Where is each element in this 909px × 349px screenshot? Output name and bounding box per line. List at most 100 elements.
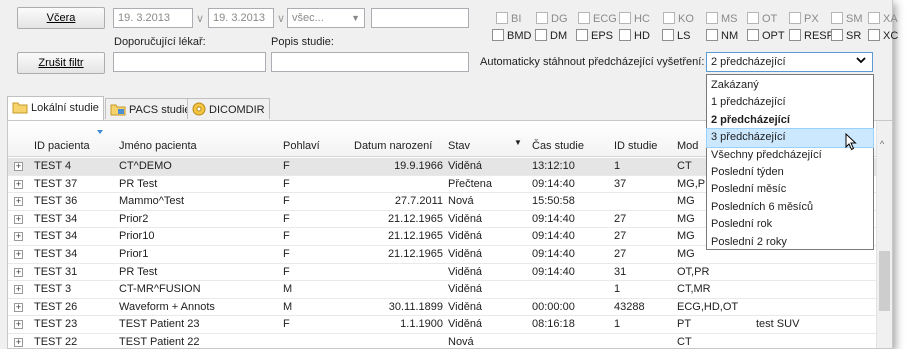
referring-physician-field[interactable]: [113, 52, 266, 72]
checkbox-box[interactable]: [619, 12, 631, 24]
column-header-patient-id[interactable]: ID pacienta: [34, 140, 90, 152]
scroll-up-icon[interactable]: ^: [880, 139, 884, 149]
checkbox-box[interactable]: [706, 29, 718, 41]
tab-pacs-studies[interactable]: PACS studie: [105, 98, 196, 119]
column-header-study-time[interactable]: Čas studie: [532, 140, 584, 152]
dropdown-option[interactable]: 2 předcházející: [707, 112, 873, 129]
checkbox-box[interactable]: [789, 29, 801, 41]
expand-icon[interactable]: +: [14, 267, 23, 277]
modality-checkbox-dm[interactable]: DM: [535, 29, 567, 43]
modality-checkbox-nm[interactable]: NM: [706, 29, 738, 43]
checkbox-box[interactable]: [831, 12, 843, 24]
dropdown-option[interactable]: Všechny předcházející: [707, 147, 873, 164]
checkbox-box[interactable]: [619, 29, 631, 41]
table-cell: Viděná: [448, 300, 483, 313]
chevron-down-icon[interactable]: ∨: [277, 12, 285, 25]
column-header-modality[interactable]: Mod: [677, 140, 698, 152]
table-cell: Nová: [448, 336, 474, 348]
all-select[interactable]: všec... ▼: [287, 8, 365, 28]
modality-checkbox-resp[interactable]: RESP: [789, 29, 834, 43]
checkbox-box[interactable]: [663, 12, 675, 24]
dropdown-option[interactable]: 3 předcházející: [706, 128, 874, 151]
yesterday-button[interactable]: Včera: [17, 7, 105, 29]
vertical-scrollbar[interactable]: ^: [876, 121, 892, 348]
column-header-birth-date[interactable]: Datum narození: [354, 140, 432, 152]
checkbox-box[interactable]: [535, 29, 547, 41]
checkbox-box[interactable]: [536, 12, 548, 24]
column-header-status[interactable]: Stav: [448, 140, 470, 152]
checkbox-box[interactable]: [868, 12, 880, 24]
checkbox-box[interactable]: [706, 12, 718, 24]
expand-icon[interactable]: +: [14, 320, 23, 330]
modality-checkbox-sr[interactable]: SR: [831, 29, 861, 43]
expand-icon[interactable]: +: [14, 250, 23, 259]
modality-checkbox-ms[interactable]: MS: [706, 12, 738, 26]
dropdown-option[interactable]: Poslední rok: [707, 216, 873, 233]
checkbox-box[interactable]: [576, 29, 588, 41]
dropdown-option[interactable]: Zakázaný: [707, 77, 873, 94]
expand-icon[interactable]: +: [14, 162, 23, 171]
dropdown-option[interactable]: 1 předcházející: [707, 94, 873, 111]
modality-checkbox-ot[interactable]: OT: [747, 12, 777, 26]
modality-checkbox-sm[interactable]: SM: [831, 12, 863, 26]
expand-icon[interactable]: +: [14, 232, 23, 242]
checkbox-box[interactable]: [747, 29, 759, 41]
checkbox-box[interactable]: [868, 29, 880, 41]
table-cell: 27: [614, 248, 627, 260]
column-header-sex[interactable]: Pohlaví: [283, 140, 320, 152]
dropdown-option[interactable]: Poslední týden: [707, 164, 873, 181]
expand-icon[interactable]: +: [14, 197, 23, 207]
table-row[interactable]: + TEST 3 CT-MR^FUSION M Viděná 1 CT,MR: [8, 281, 878, 299]
expand-icon[interactable]: +: [14, 285, 23, 295]
modality-checkbox-xc[interactable]: XC: [868, 29, 898, 43]
search-field[interactable]: [371, 8, 469, 28]
modality-checkbox-opt[interactable]: OPT: [747, 29, 785, 43]
table-cell: 09:14:40: [532, 248, 575, 260]
expand-icon[interactable]: +: [14, 302, 23, 312]
modality-checkbox-eps[interactable]: EPS: [576, 29, 613, 43]
study-description-field[interactable]: [271, 52, 469, 72]
checkbox-box[interactable]: [662, 29, 674, 41]
modality-checkbox-hd[interactable]: HD: [619, 29, 650, 43]
table-row[interactable]: + TEST 23 TEST Patient 23 F 1.1.1900 Viděná 08…: [8, 316, 878, 334]
expand-icon[interactable]: +: [14, 179, 23, 189]
expand-icon[interactable]: +: [14, 338, 23, 347]
modality-checkbox-ecg[interactable]: ECG: [578, 12, 617, 26]
table-row[interactable]: + TEST 22 TEST Patient 22 Nová CT: [8, 334, 878, 348]
column-header-patient-name[interactable]: Jméno pacienta: [119, 140, 197, 152]
modality-checkbox-bi[interactable]: BI: [496, 12, 521, 26]
dropdown-option[interactable]: Poslední měsíc: [707, 181, 873, 198]
auto-download-select[interactable]: 2 předcházející: [706, 52, 873, 72]
clear-filter-button[interactable]: Zrušit filtr: [17, 52, 105, 74]
modality-checkbox-ls[interactable]: LS: [662, 29, 690, 43]
sort-indicator-icon: [97, 130, 103, 134]
modality-checkbox-ko[interactable]: KO: [663, 12, 694, 26]
checkbox-box[interactable]: [578, 12, 590, 24]
checkbox-box[interactable]: [831, 29, 843, 41]
column-header-study-id[interactable]: ID studie: [614, 140, 657, 152]
modality-checkbox-xa[interactable]: XA: [868, 12, 898, 26]
date-from-field[interactable]: 19. 3.2013: [113, 8, 193, 28]
chevron-down-icon[interactable]: ∨: [196, 12, 204, 25]
checkbox-box[interactable]: [492, 29, 504, 41]
modality-label: SR: [846, 30, 862, 42]
checkbox-box[interactable]: [747, 12, 759, 24]
modality-label: OPT: [762, 30, 785, 42]
tab-local-studies[interactable]: Lokální studie: [7, 96, 104, 120]
table-row[interactable]: + TEST 31 PR Test F Viděná 09:14:40 31 OT,PR: [8, 264, 878, 282]
scroll-thumb[interactable]: [879, 251, 890, 311]
checkbox-box[interactable]: [496, 12, 508, 24]
tab-dicomdir[interactable]: DICOMDIR: [187, 98, 270, 119]
modality-checkbox-px[interactable]: PX: [789, 12, 819, 26]
table-cell: 21.12.1965: [387, 212, 443, 225]
table-cell: Přečtena: [448, 177, 493, 190]
modality-checkbox-bmd[interactable]: BMD: [492, 29, 531, 43]
table-row[interactable]: + TEST 26 Waveform + Annots M 30.11.1899 Vidě…: [8, 299, 878, 317]
modality-checkbox-dg[interactable]: DG: [536, 12, 568, 26]
dropdown-option[interactable]: Poslední 2 roky: [707, 234, 873, 251]
date-to-field[interactable]: 19. 3.2013: [208, 8, 274, 28]
checkbox-box[interactable]: [789, 12, 801, 24]
expand-icon[interactable]: +: [14, 214, 23, 224]
modality-checkbox-hc[interactable]: HC: [619, 12, 650, 26]
dropdown-option[interactable]: Posledních 6 měsíců: [707, 199, 873, 216]
